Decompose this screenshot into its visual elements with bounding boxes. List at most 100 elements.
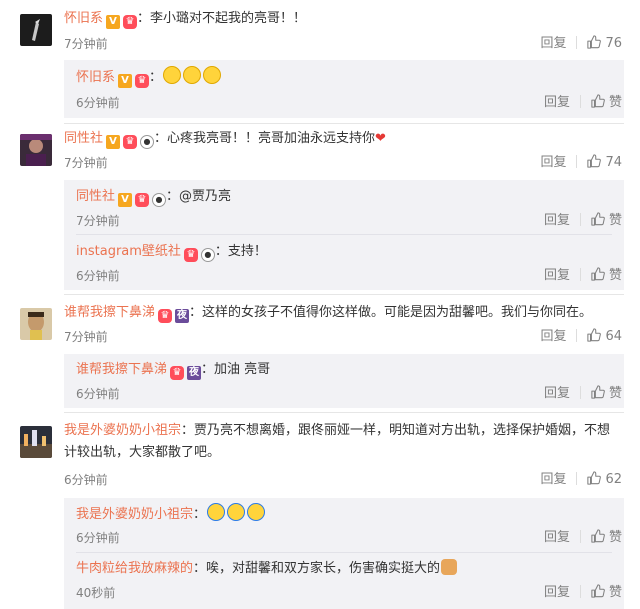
reply-button[interactable]: 回复: [544, 267, 570, 285]
crying-emoji-icon: [207, 503, 226, 521]
gift-badge-icon: ♛: [183, 248, 198, 262]
doge-emoji-icon: [441, 559, 458, 575]
like-button[interactable]: 赞: [591, 212, 622, 230]
avatar[interactable]: [20, 14, 52, 46]
purple-badge-icon: 夜: [175, 309, 190, 323]
reply-text-line: 同性社 V ♛ ● ：@贾乃亮: [76, 186, 612, 208]
reply-button[interactable]: 回复: [540, 154, 566, 172]
avatar[interactable]: [20, 134, 52, 166]
reply-button[interactable]: 回复: [544, 529, 570, 547]
reply-button[interactable]: 回复: [540, 328, 566, 346]
gift-badge-icon: ♛: [158, 309, 173, 323]
like-label: 赞: [608, 95, 622, 110]
panda-badge-icon: ●: [200, 248, 215, 262]
reply-box: 同性社 V ♛ ● ：@贾乃亮 7分钟前 回复赞 instagram壁纸社 ♛ ● ：支持！ …: [64, 180, 624, 290]
reply-time: 6分钟前: [76, 531, 120, 545]
verified-v-icon: V: [118, 193, 133, 207]
thumbs-up-icon: [587, 328, 601, 342]
action-divider: [579, 268, 581, 281]
gift-badge-icon: ♛: [135, 74, 150, 88]
comment-text: ：心疼我亮哥！！亮哥加油永远支持你: [154, 131, 376, 146]
verified-v-icon: V: [106, 15, 121, 29]
tongue-emoji-icon: [163, 66, 182, 84]
reply-box: 谁帮我擦下鼻涕 ♛ 夜：加油 亮哥 6分钟前 回复 赞: [64, 354, 624, 408]
reply-divider: [76, 234, 612, 235]
username-link[interactable]: 怀旧系: [76, 70, 115, 85]
avatar[interactable]: [20, 426, 52, 458]
username-link[interactable]: 谁帮我擦下鼻涕: [64, 305, 155, 320]
comment-2: 同性社 V ♛ ● ：心疼我亮哥！！亮哥加油永远支持你❤ 7分钟前 回复 74 同性社 V ♛…: [0, 124, 640, 292]
reply-text: ：@贾乃亮: [166, 189, 232, 204]
reply-text-line: 谁帮我擦下鼻涕 ♛ 夜：加油 亮哥: [76, 359, 612, 381]
thumbs-up-icon: [591, 94, 605, 108]
reply-button[interactable]: 回复: [544, 212, 570, 230]
tongue-emoji-icon: [203, 66, 222, 84]
gift-badge-icon: ♛: [170, 366, 185, 380]
like-button[interactable]: 62: [587, 471, 622, 489]
action-divider: [576, 36, 578, 49]
like-button[interactable]: 赞: [591, 94, 622, 112]
reply-actions: 回复 赞: [544, 385, 622, 403]
reply-time: 6分钟前: [76, 96, 120, 110]
like-label: 赞: [608, 386, 622, 401]
like-button[interactable]: 76: [587, 35, 622, 53]
like-button[interactable]: 赞: [591, 267, 622, 285]
reply-actions: 回复 赞: [544, 529, 622, 547]
like-button[interactable]: 赞: [591, 584, 622, 602]
like-button[interactable]: 74: [587, 154, 622, 172]
action-divider: [579, 95, 581, 108]
like-label: 赞: [608, 213, 622, 228]
reply-box: 我是外婆奶奶小祖宗： 6分钟前 回复赞 牛肉粒给我放麻辣的：唉，对甜馨和双方家长…: [64, 498, 624, 609]
reply-text: ：加油 亮哥: [201, 362, 271, 377]
reply-button[interactable]: 回复: [544, 584, 570, 602]
comment-actions: 回复 62: [540, 471, 622, 489]
reply-button[interactable]: 回复: [544, 94, 570, 112]
username-link[interactable]: instagram壁纸社: [76, 244, 181, 259]
thumbs-up-icon: [587, 35, 601, 49]
avatar[interactable]: [20, 308, 52, 340]
like-button[interactable]: 赞: [591, 529, 622, 547]
thumbs-up-icon: [587, 154, 601, 168]
like-label: 赞: [608, 530, 622, 545]
comment-time: 7分钟前: [64, 156, 108, 170]
username-link[interactable]: 我是外婆奶奶小祖宗: [64, 423, 181, 438]
red-heart-icon: ❤: [375, 131, 386, 146]
reply-button[interactable]: 回复: [540, 35, 566, 53]
gift-badge-icon: ♛: [135, 193, 150, 207]
thumbs-up-icon: [591, 529, 605, 543]
reply-text: ：: [193, 507, 207, 522]
thumbs-up-icon: [591, 584, 605, 598]
comment-3: 谁帮我擦下鼻涕 ♛ 夜：这样的女孩子不值得你这样做。可能是因为甜馨吧。我们与你同在。…: [0, 296, 640, 412]
crying-emoji-icon: [227, 503, 246, 521]
reply-button[interactable]: 回复: [540, 471, 566, 489]
reply-text: ：: [149, 70, 163, 85]
reply-actions: 回复 赞: [544, 267, 622, 285]
reply-time: 6分钟前: [76, 387, 120, 401]
username-link[interactable]: 同性社: [76, 189, 115, 204]
like-label: 赞: [608, 268, 622, 283]
like-count: 64: [605, 329, 622, 344]
username-link[interactable]: 谁帮我擦下鼻涕: [76, 362, 167, 377]
like-button[interactable]: 赞: [591, 385, 622, 403]
verified-v-icon: V: [106, 135, 121, 149]
reply-text-line: 牛肉粒给我放麻辣的：唉，对甜馨和双方家长，伤害确实挺大的: [76, 558, 612, 580]
tongue-emoji-icon: [183, 66, 202, 84]
action-divider: [579, 213, 581, 226]
action-divider: [579, 386, 581, 399]
comment-text-line: 怀旧系 V ♛ ：李小璐对不起我的亮哥！！: [64, 8, 624, 30]
comment-1: 怀旧系 V ♛ ：李小璐对不起我的亮哥！！ 7分钟前 回复 76 怀旧系 V ♛： 6分钟前…: [0, 0, 640, 120]
username-link[interactable]: 牛肉粒给我放麻辣的: [76, 561, 193, 576]
comment-divider: [64, 294, 624, 295]
username-link[interactable]: 我是外婆奶奶小祖宗: [76, 507, 193, 522]
comment-actions: 回复 76: [540, 35, 622, 53]
reply-box: 怀旧系 V ♛： 6分钟前 回复 赞: [64, 60, 624, 118]
action-divider: [576, 155, 578, 168]
reply-button[interactable]: 回复: [544, 385, 570, 403]
like-label: 赞: [608, 585, 622, 600]
comment-time: 6分钟前: [64, 473, 108, 487]
comment-time: 7分钟前: [64, 330, 108, 344]
like-button[interactable]: 64: [587, 328, 622, 346]
username-link[interactable]: 同性社: [64, 131, 103, 146]
username-link[interactable]: 怀旧系: [64, 11, 103, 26]
reply-text-line: 怀旧系 V ♛：: [76, 66, 612, 89]
